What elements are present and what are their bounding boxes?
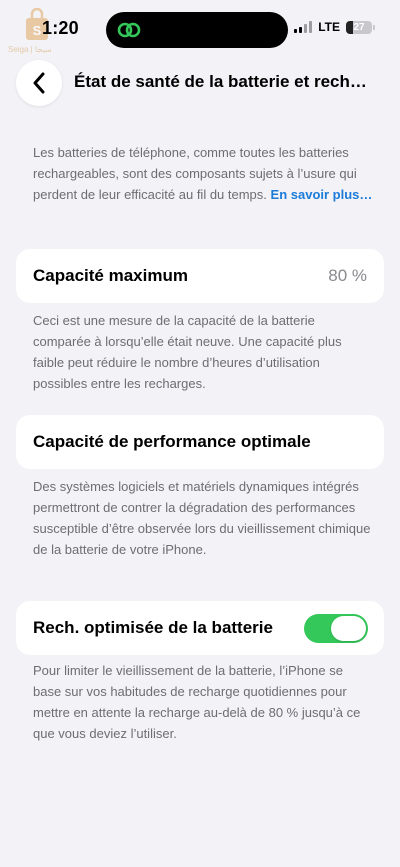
max-capacity-label: Capacité maximum — [33, 266, 188, 285]
signal-icon — [294, 21, 313, 33]
optimized-charging-label: Rech. optimisée de la batterie — [33, 618, 273, 637]
learn-more-link[interactable]: En savoir plus… — [271, 187, 373, 202]
intro-description: Les batteries de téléphone, comme toutes… — [33, 142, 373, 205]
battery-icon: 27 — [346, 20, 375, 34]
battery-fill — [346, 20, 354, 34]
peak-performance-row[interactable]: Capacité de performance optimale — [16, 415, 384, 469]
optimized-charging-description: Pour limiter le vieillissement de la bat… — [33, 663, 361, 741]
status-bar: S Seiga | ﺳﻴﺠﺎ 1:20 LTE 27 — [0, 0, 400, 62]
peak-performance-description: Des systèmes logiciels et matériels dyna… — [33, 479, 371, 557]
max-capacity-description: Ceci est une mesure de la capacité de la… — [33, 313, 342, 391]
chevron-left-icon — [33, 72, 45, 94]
page-title: État de santé de la batterie et rech… — [74, 72, 367, 91]
max-capacity-value: 80 % — [328, 266, 367, 285]
optimized-charging-toggle[interactable] — [304, 614, 368, 643]
navigation-bar: État de santé de la batterie et rech… — [0, 58, 400, 108]
peak-performance-label: Capacité de performance optimale — [33, 432, 311, 451]
status-time: 1:20 — [42, 18, 79, 38]
battery-percent: 27 — [353, 21, 365, 33]
watermark-text: Seiga | ﺳﻴﺠﺎ — [8, 45, 52, 54]
dynamic-island — [106, 12, 288, 48]
status-indicators: LTE 27 — [294, 20, 375, 34]
optimized-charging-row: Rech. optimisée de la batterie — [16, 601, 384, 655]
max-capacity-row: Capacité maximum 80 % — [16, 249, 384, 303]
link-icon — [117, 22, 141, 38]
network-type: LTE — [318, 20, 340, 34]
toggle-knob — [331, 616, 366, 641]
back-button[interactable] — [16, 60, 62, 106]
svg-text:S: S — [33, 23, 42, 38]
